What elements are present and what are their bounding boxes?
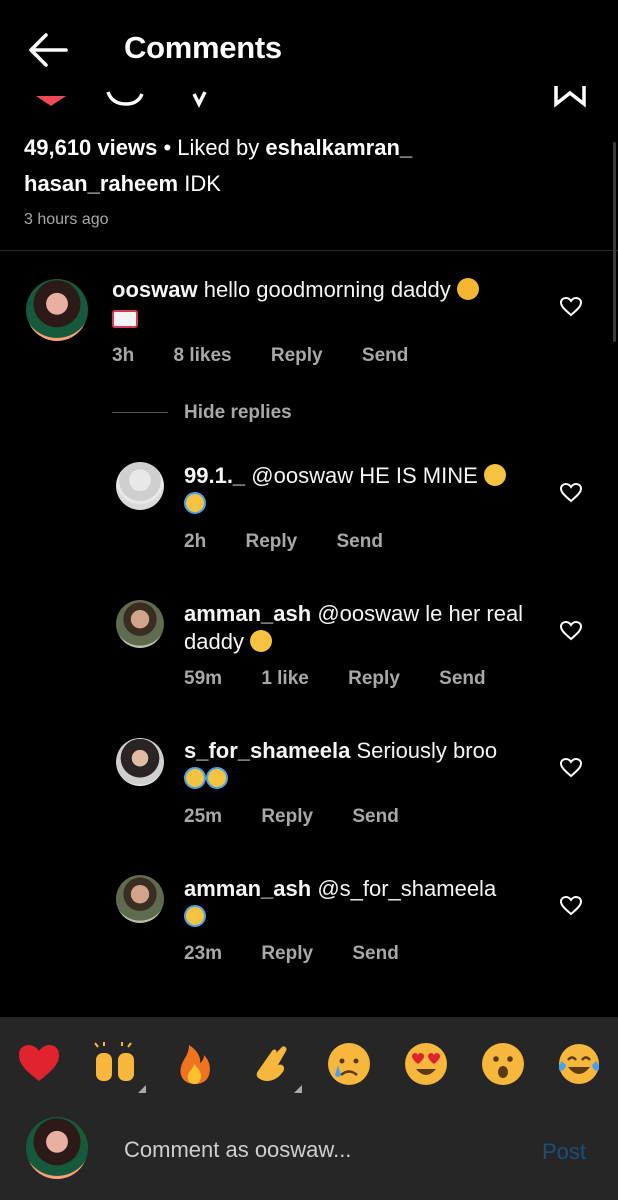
heart-icon[interactable] (560, 758, 582, 778)
caption-text: IDK (184, 171, 221, 196)
liked-by-user[interactable]: eshalkamran_ (265, 135, 412, 160)
tears-of-joy-emoji-button[interactable] (556, 1041, 602, 1087)
surprised-face-emoji-button[interactable] (480, 1041, 526, 1087)
reply-text: @s_for_shameela (317, 876, 497, 901)
scrollbar[interactable] (613, 142, 616, 342)
post-actions-row (0, 84, 618, 108)
header-bar: Comments (0, 0, 618, 96)
crying-face-emoji-button[interactable] (326, 1041, 372, 1087)
reply-button[interactable]: Reply (261, 806, 313, 827)
divider (0, 250, 618, 251)
comment-composer: Comment as ooswaw... Post (0, 1109, 618, 1200)
caption-username[interactable]: hasan_raheem (24, 171, 178, 196)
comment-input[interactable]: Comment as ooswaw... (124, 1137, 351, 1163)
avatar[interactable] (116, 462, 164, 510)
views-count: 49,610 views (24, 135, 158, 160)
send-button[interactable]: Send (439, 668, 485, 689)
hide-replies-line (112, 412, 168, 413)
save-bookmark-icon[interactable] (552, 84, 588, 108)
tears-of-joy-emoji (184, 767, 206, 789)
likes-count[interactable]: 1 like (261, 668, 309, 689)
reply-time: 23m (184, 943, 223, 964)
reply-username[interactable]: s_for_shameela (184, 738, 350, 763)
reply-time: 59m (184, 668, 223, 689)
send-button[interactable]: Send (337, 531, 383, 552)
raising-hands-emoji-button[interactable] (92, 1041, 138, 1087)
send-button[interactable]: Send (362, 345, 408, 366)
grinning-cat-emoji (456, 278, 479, 300)
post-timestamp: 3 hours ago (24, 211, 109, 228)
loudly-crying-emoji (184, 492, 206, 514)
reply-text: Seriously broo (356, 738, 498, 763)
reply-username[interactable]: amman_ash (184, 876, 311, 901)
variant-indicator (138, 1085, 146, 1093)
share-icon[interactable] (190, 84, 210, 108)
hide-replies-button[interactable]: Hide replies (184, 402, 292, 424)
comment-text: hello goodmorning daddy (203, 277, 451, 302)
avatar[interactable] (116, 875, 164, 923)
heart-icon[interactable] (560, 621, 582, 641)
send-button[interactable]: Send (352, 806, 398, 827)
tears-of-joy-emoji (206, 767, 228, 789)
avatar[interactable] (116, 738, 164, 786)
likes-count[interactable]: 8 likes (173, 345, 231, 366)
avatar[interactable] (26, 279, 88, 341)
reply-time: 25m (184, 806, 223, 827)
emoji-quick-bar (0, 1017, 618, 1109)
clapping-hands-emoji-button[interactable] (248, 1041, 294, 1087)
heart-eyes-emoji-button[interactable] (403, 1041, 449, 1087)
heart-letter-emoji (112, 310, 138, 328)
comment-icon[interactable] (104, 84, 146, 108)
comment-time: 3h (112, 345, 135, 366)
variant-indicator (294, 1085, 302, 1093)
heart-icon[interactable] (560, 483, 582, 503)
comment-username[interactable]: ooswaw (112, 277, 198, 302)
heart-icon[interactable] (560, 297, 582, 317)
reply-username[interactable]: amman_ash (184, 601, 311, 626)
reply-time: 2h (184, 531, 207, 552)
back-arrow-icon[interactable] (26, 28, 70, 72)
heart-emoji-button[interactable] (16, 1041, 62, 1087)
post-button[interactable]: Post (542, 1139, 586, 1165)
tears-of-joy-emoji (184, 905, 206, 927)
heart-icon[interactable] (560, 896, 582, 916)
reply-username[interactable]: 99.1._ (184, 463, 245, 488)
like-heart-icon[interactable] (34, 84, 68, 108)
avatar[interactable] (116, 600, 164, 648)
reply-button[interactable]: Reply (348, 668, 400, 689)
reply-button[interactable]: Reply (271, 345, 323, 366)
liked-by-label: Liked by (177, 135, 260, 160)
eye-roll-emoji (483, 464, 506, 486)
reply-button[interactable]: Reply (245, 531, 297, 552)
fire-emoji-button[interactable] (172, 1041, 218, 1087)
no-mouth-emoji (250, 630, 273, 652)
page-title: Comments (124, 30, 282, 65)
post-info: 49,610 views • Liked by eshalkamran_ has… (24, 130, 594, 229)
reply-button[interactable]: Reply (261, 943, 313, 964)
send-button[interactable]: Send (352, 943, 398, 964)
my-avatar (26, 1117, 88, 1179)
reply-text: @ooswaw HE IS MINE (251, 463, 478, 488)
